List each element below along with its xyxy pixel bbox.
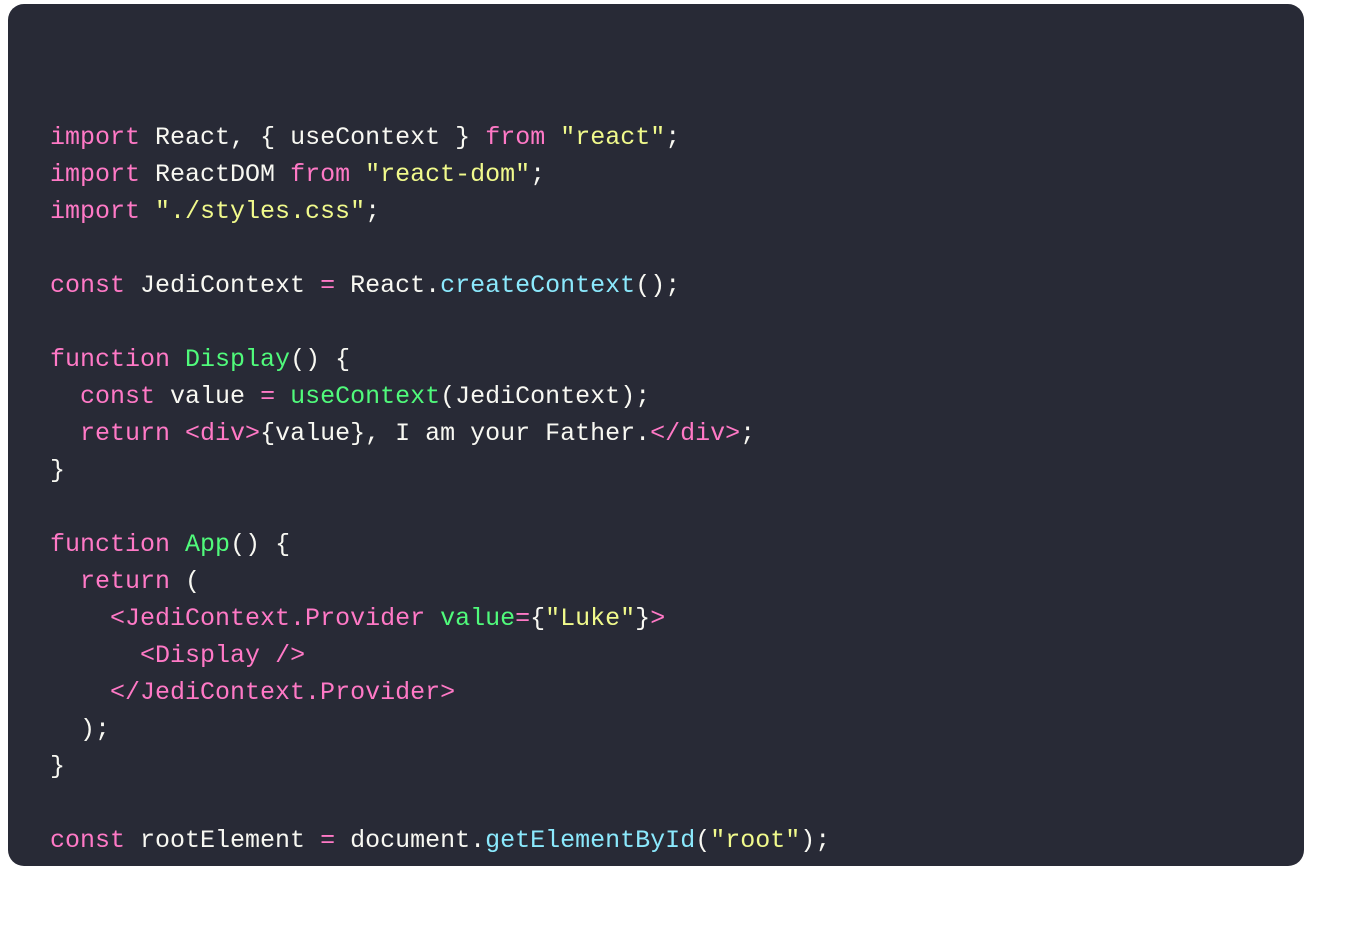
punct: { — [335, 345, 350, 374]
keyword-return: return — [80, 567, 170, 596]
punct: . — [425, 271, 440, 300]
punct: (); — [635, 271, 680, 300]
punct: { — [260, 123, 275, 152]
ident-usecontext: useContext — [290, 123, 440, 152]
jsx-gt: > — [440, 678, 455, 707]
string: "Luke" — [545, 604, 635, 633]
punct: () — [290, 345, 320, 374]
string: "react" — [560, 123, 665, 152]
keyword-import: import — [50, 197, 140, 226]
ident-react: React — [155, 123, 230, 152]
keyword-return: return — [80, 419, 170, 448]
operator: = — [260, 382, 275, 411]
fn-usecontext: useContext — [290, 382, 440, 411]
punct: . — [170, 863, 185, 866]
jsx-lt: < — [110, 604, 125, 633]
punct: ); — [800, 826, 830, 855]
operator: = — [515, 604, 530, 633]
jsx-close-lt: </ — [110, 678, 140, 707]
operator: = — [320, 826, 335, 855]
code-block: import React, { useContext } from "react… — [50, 82, 1262, 866]
string: "root" — [710, 826, 800, 855]
ident-rootelement: rootElement — [425, 863, 590, 866]
punct: ( — [275, 863, 290, 866]
jsx-selfclose: /> — [275, 641, 305, 670]
keyword-from: from — [485, 123, 545, 152]
keyword-function: function — [50, 530, 170, 559]
punct: ; — [665, 123, 680, 152]
punct: , — [230, 123, 245, 152]
fn-display: Display — [185, 345, 290, 374]
keyword-const: const — [50, 826, 125, 855]
ident-jedicontext: JediContext — [455, 382, 620, 411]
ident-document: document — [350, 826, 470, 855]
jsx-attr-value: value — [440, 604, 515, 633]
punct: ; — [365, 197, 380, 226]
ident-value: value — [275, 419, 350, 448]
method-createcontext: createContext — [440, 271, 635, 300]
ident-rootelement: rootElement — [140, 826, 305, 855]
punct: . — [470, 826, 485, 855]
jsx-tag-jedicontext-provider: JediContext.Provider — [140, 678, 440, 707]
punct: { — [260, 419, 275, 448]
punct: } — [50, 752, 65, 781]
text: , I am your Father. — [365, 419, 650, 448]
jsx-tag-jedicontext-provider: JediContext.Provider — [125, 604, 425, 633]
ident-reactdom: ReactDOM — [155, 160, 275, 189]
string: "react-dom" — [365, 160, 530, 189]
jsx-selfclose: /> — [365, 863, 395, 866]
punct: { — [530, 604, 545, 633]
fn-app: App — [185, 530, 230, 559]
punct: } — [455, 123, 470, 152]
jsx-div-open: <div> — [185, 419, 260, 448]
punct: { — [275, 530, 290, 559]
keyword-const: const — [80, 382, 155, 411]
punct: } — [635, 604, 650, 633]
ident-reactdom: ReactDOM — [50, 863, 170, 866]
jsx-lt: < — [290, 863, 305, 866]
jsx-gt: > — [650, 604, 665, 633]
method-getelementbyid: getElementById — [485, 826, 695, 855]
keyword-const: const — [50, 271, 125, 300]
punct: ; — [740, 419, 755, 448]
punct: () — [230, 530, 260, 559]
keyword-import: import — [50, 160, 140, 189]
punct: ; — [530, 160, 545, 189]
punct: ( — [695, 826, 710, 855]
code-panel: import React, { useContext } from "react… — [8, 4, 1304, 866]
jsx-tag-display: Display — [155, 641, 260, 670]
punct: } — [350, 419, 365, 448]
punct: ( — [440, 382, 455, 411]
method-render: render — [185, 863, 275, 866]
keyword-from: from — [290, 160, 350, 189]
ident-jedicontext: JediContext — [140, 271, 305, 300]
ident-react: React — [350, 271, 425, 300]
punct: ); — [590, 863, 620, 866]
string: "./styles.css" — [155, 197, 365, 226]
punct: } — [50, 456, 65, 485]
punct: ); — [80, 715, 110, 744]
jsx-div-close: </div> — [650, 419, 740, 448]
punct: , — [395, 863, 410, 866]
keyword-import: import — [50, 123, 140, 152]
punct: ); — [620, 382, 650, 411]
ident-value: value — [170, 382, 245, 411]
jsx-tag-app: App — [305, 863, 350, 866]
operator: = — [320, 271, 335, 300]
jsx-lt: < — [140, 641, 155, 670]
keyword-function: function — [50, 345, 170, 374]
punct: ( — [185, 567, 200, 596]
